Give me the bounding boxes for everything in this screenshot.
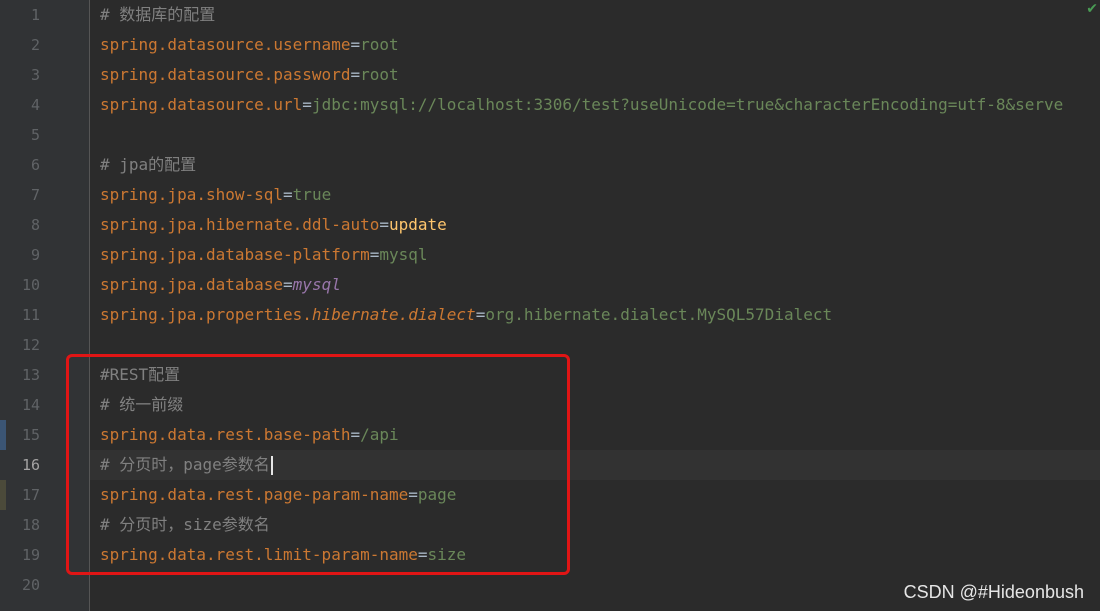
- property-value: root: [360, 35, 399, 54]
- code-line[interactable]: spring.jpa.properties.hibernate.dialect=…: [100, 300, 1100, 330]
- line-number: 12: [21, 336, 40, 354]
- line-number: 2: [30, 36, 40, 54]
- equals-sign: =: [283, 275, 293, 294]
- code-line[interactable]: spring.jpa.hibernate.ddl-auto=update: [100, 210, 1100, 240]
- code-line[interactable]: spring.datasource.username=root: [100, 30, 1100, 60]
- comment-text: # jpa的配置: [100, 155, 197, 174]
- line-number: 4: [30, 96, 40, 114]
- equals-sign: =: [283, 185, 293, 204]
- property-key: spring.datasource.password: [100, 65, 351, 84]
- line-number: 14: [21, 396, 40, 414]
- line-number: 9: [30, 246, 40, 264]
- line-number: 8: [30, 216, 40, 234]
- property-key: spring.datasource.username: [100, 35, 351, 54]
- code-line[interactable]: # 数据库的配置: [100, 0, 1100, 30]
- equals-sign: =: [379, 215, 389, 234]
- line-number: 5: [30, 126, 40, 144]
- watermark: CSDN @#Hideonbush: [903, 582, 1084, 602]
- property-value: update: [389, 215, 447, 234]
- code-line[interactable]: spring.jpa.database=mysql: [100, 270, 1100, 300]
- line-number: 19: [21, 546, 40, 564]
- equals-sign: =: [302, 95, 312, 114]
- equals-sign: =: [369, 245, 380, 264]
- equals-sign: =: [350, 35, 361, 54]
- property-key: spring.jpa.hibernate.ddl-auto: [100, 215, 380, 234]
- line-number: 11: [21, 306, 40, 324]
- property-value: true: [292, 185, 332, 204]
- line-number: 10: [21, 276, 40, 294]
- property-key: spring.datasource.url: [100, 95, 303, 114]
- property-value: jdbc:mysql://localhost:3306/test?useUnic…: [311, 95, 1064, 114]
- property-key-italic: hibernate.dialect: [311, 305, 476, 324]
- line-numbers: 1 2 3 4 5 6 7 8 9 10 11 12 13 14 15 16 1…: [0, 0, 40, 600]
- line-number: 6: [30, 156, 40, 174]
- code-line[interactable]: spring.jpa.database-platform=mysql: [100, 240, 1100, 270]
- code-line[interactable]: spring.jpa.show-sql=true: [100, 180, 1100, 210]
- line-number: 13: [21, 366, 40, 384]
- line-number: 17: [21, 486, 40, 504]
- property-key: spring.jpa.properties.: [100, 305, 312, 324]
- line-number: 18: [21, 516, 40, 534]
- code-line[interactable]: spring.datasource.url=jdbc:mysql://local…: [100, 90, 1100, 120]
- property-value: mysql: [379, 245, 428, 264]
- property-key: spring.jpa.database-platform: [100, 245, 370, 264]
- line-number: 20: [21, 576, 40, 594]
- equals-sign: =: [475, 305, 486, 324]
- property-value: root: [360, 65, 399, 84]
- property-key: spring.jpa.database: [100, 275, 284, 294]
- property-value: mysql: [292, 275, 341, 294]
- line-number-current: 16: [21, 456, 40, 474]
- line-number: 3: [30, 66, 40, 84]
- line-number: 7: [30, 186, 40, 204]
- equals-sign: =: [350, 65, 361, 84]
- code-line[interactable]: spring.datasource.password=root: [100, 60, 1100, 90]
- highlight-box: [66, 354, 570, 575]
- line-number: 1: [30, 6, 40, 24]
- property-key: spring.jpa.show-sql: [100, 185, 284, 204]
- code-line-empty[interactable]: [100, 120, 1100, 150]
- property-value: org.hibernate.dialect.MySQL57Dialect: [485, 305, 833, 324]
- line-number: 15: [21, 426, 40, 444]
- code-line[interactable]: # jpa的配置: [100, 150, 1100, 180]
- check-icon[interactable]: ✔: [1086, 1, 1098, 17]
- comment-text: # 数据库的配置: [100, 5, 216, 24]
